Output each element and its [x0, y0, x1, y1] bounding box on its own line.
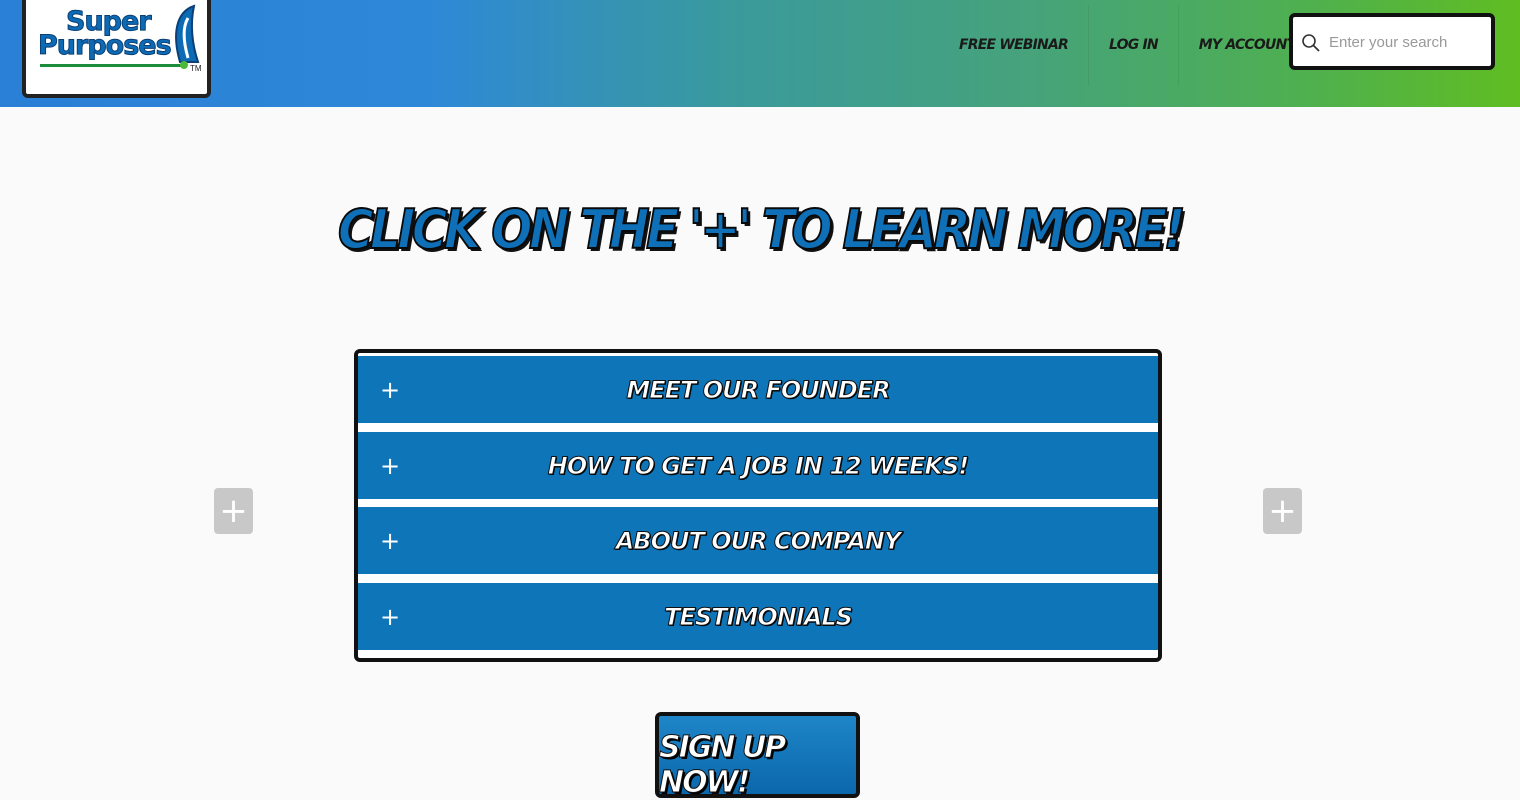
search-box	[1289, 13, 1495, 70]
shark-fin-icon	[175, 4, 200, 63]
plus-icon: +	[380, 526, 401, 555]
page-headline: CLICK ON THE '+' TO LEARN MORE!	[337, 197, 1187, 262]
plus-icon: +	[1268, 491, 1297, 531]
logo-dot	[180, 61, 188, 69]
nav-log-in[interactable]: LOG IN	[1089, 5, 1179, 85]
sign-up-button[interactable]: SIGN UP NOW!	[655, 712, 860, 800]
nav-free-webinar[interactable]: FREE WEBINAR	[939, 5, 1089, 85]
site-header: Super Purposes TM FREE WEBINAR LOG IN MY…	[0, 0, 1520, 107]
accordion-label: ABOUT OUR COMPANY	[615, 526, 902, 555]
carousel-next-plus-button[interactable]: +	[1263, 488, 1302, 534]
trademark-symbol: TM	[190, 64, 202, 73]
main-nav: FREE WEBINAR LOG IN MY ACCOUNT	[939, 0, 1315, 90]
accordion-item-testimonials[interactable]: + TESTIMONIALS	[358, 583, 1158, 650]
sign-up-label: SIGN UP NOW!	[659, 730, 787, 800]
carousel-prev-plus-button[interactable]: +	[214, 488, 253, 534]
info-accordion: + MEET OUR FOUNDER + HOW TO GET A JOB IN…	[354, 349, 1162, 662]
accordion-item-meet-our-founder[interactable]: + MEET OUR FOUNDER	[358, 356, 1158, 423]
plus-icon: +	[380, 375, 401, 404]
logo-underline	[40, 64, 184, 67]
search-icon[interactable]	[1301, 33, 1321, 53]
accordion-item-about-our-company[interactable]: + ABOUT OUR COMPANY	[358, 507, 1158, 574]
accordion-label: HOW TO GET A JOB IN 12 WEEKS!	[547, 451, 969, 480]
search-input[interactable]	[1327, 27, 1486, 57]
logo-text-purposes: Purposes	[38, 30, 173, 62]
logo[interactable]: Super Purposes TM	[22, 0, 211, 98]
plus-icon: +	[380, 451, 401, 480]
accordion-item-job-in-12-weeks[interactable]: + HOW TO GET A JOB IN 12 WEEKS!	[358, 432, 1158, 499]
plus-icon: +	[380, 602, 401, 631]
accordion-label: TESTIMONIALS	[664, 602, 854, 631]
plus-icon: +	[219, 491, 248, 531]
accordion-label: MEET OUR FOUNDER	[626, 375, 891, 404]
